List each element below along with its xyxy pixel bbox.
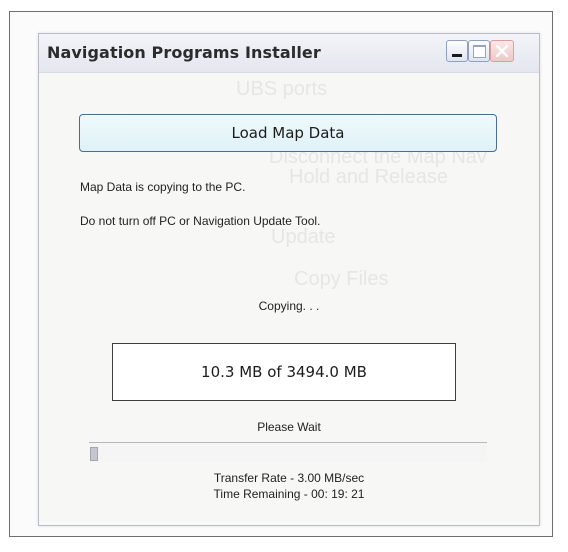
window-title: Navigation Programs Installer <box>47 43 321 62</box>
minimize-icon[interactable] <box>446 40 468 62</box>
background-text: UBS ports <box>236 78 328 100</box>
background-text: Update <box>271 226 336 248</box>
copying-status: Copying. . . <box>258 299 320 313</box>
copying-message: Map Data is copying to the PC. <box>80 180 246 194</box>
warning-message: Do not turn off PC or Navigation Update … <box>80 214 321 228</box>
background-text: Hold and Release <box>289 166 448 188</box>
please-wait-label: Please Wait <box>257 420 321 434</box>
maximize-icon[interactable] <box>468 40 490 62</box>
installer-window: Navigation Programs Installer UBS ports … <box>38 33 540 526</box>
close-icon[interactable] <box>490 40 514 62</box>
progress-bar-fill <box>90 447 98 461</box>
transfer-amount-display: 10.3 MB of 3494.0 MB <box>112 343 456 401</box>
transfer-rate: Transfer Rate - 3.00 MB/sec <box>213 471 365 485</box>
time-remaining: Time Remaining - 00: 19: 21 <box>213 487 365 501</box>
title-bar[interactable]: Navigation Programs Installer <box>39 34 539 73</box>
progress-bar <box>89 442 487 462</box>
load-map-data-button[interactable]: Load Map Data <box>79 114 497 152</box>
background-text: Copy Files <box>294 268 389 290</box>
